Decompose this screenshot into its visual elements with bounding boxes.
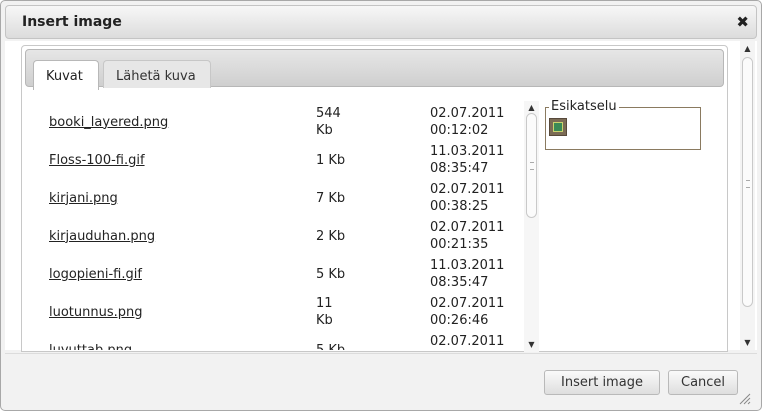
file-date: 02.07.2011 00:21:35 — [430, 220, 505, 252]
file-row[interactable]: Floss-100-fi.gif 1 Kb 11.03.2011 08:35:47 — [30, 141, 510, 179]
tab-label: Kuvat — [46, 69, 83, 84]
file-date: 11.03.2011 08:35:47 — [430, 258, 505, 290]
file-size: 5 Kb — [316, 266, 346, 282]
file-name-link[interactable]: kirjani.png — [49, 179, 118, 217]
file-list-scrollbar[interactable]: ▲ ▼ — [524, 101, 539, 352]
preview-thumbnail — [549, 118, 567, 136]
scrollbar-thumb[interactable] — [526, 113, 537, 218]
dialog-titlebar[interactable]: Insert image ✖ — [5, 5, 757, 39]
preview-box: Esikatselu — [545, 99, 701, 150]
grip-icon — [530, 162, 534, 170]
file-size: 11 Kb — [316, 296, 333, 328]
tab-bar: Kuvat Lähetä kuva — [25, 49, 724, 90]
dialog-title: Insert image — [22, 14, 122, 30]
file-size: 544 Kb — [316, 106, 341, 138]
tab-laheta-kuva[interactable]: Lähetä kuva — [103, 60, 211, 88]
scroll-up-icon[interactable]: ▲ — [740, 44, 755, 54]
close-icon[interactable]: ✖ — [736, 13, 749, 31]
dialog-content: Kuvat Lähetä kuva booki_layered.png 544 K… — [5, 41, 757, 352]
file-row[interactable]: luotunnus.png 11 Kb 02.07.2011 00:26:46 — [30, 293, 510, 331]
insert-image-dialog: Insert image ✖ Kuvat Lähetä kuva booki_l… — [0, 0, 762, 411]
dialog-scrollbar[interactable]: ▲ ▼ — [740, 41, 755, 350]
file-date: 02.07.2011 00:38:25 — [430, 182, 505, 214]
insert-image-button[interactable]: Insert image — [544, 370, 660, 395]
scroll-up-icon[interactable]: ▲ — [524, 103, 539, 113]
grip-icon — [746, 180, 750, 188]
file-size: 5 Kb — [316, 342, 346, 351]
file-name-link[interactable]: luotunnus.png — [49, 293, 143, 331]
preview-legend: Esikatselu — [549, 99, 619, 114]
file-name-link[interactable]: luvuttab.png — [49, 331, 132, 351]
file-name-link[interactable]: booki_layered.png — [49, 103, 168, 141]
file-row[interactable]: booki_layered.png 544 Kb 02.07.2011 00:12:… — [30, 103, 510, 141]
file-row[interactable]: luvuttab.png 5 Kb 02.07.2011 01:08:19 — [30, 331, 510, 350]
file-size: 1 Kb — [316, 152, 346, 168]
file-name-link[interactable]: logopieni-fi.gif — [49, 255, 142, 293]
file-date: 02.07.2011 00:12:02 — [430, 106, 505, 138]
file-name-link[interactable]: Floss-100-fi.gif — [49, 141, 145, 179]
file-date: 11.03.2011 08:35:47 — [430, 144, 505, 176]
tab-label: Lähetä kuva — [116, 69, 196, 84]
cancel-button[interactable]: Cancel — [668, 370, 738, 395]
file-size: 7 Kb — [316, 190, 346, 206]
file-date: 02.07.2011 01:08:19 — [430, 334, 505, 349]
resize-handle-icon[interactable] — [739, 393, 751, 405]
tabs-panel: Kuvat Lähetä kuva booki_layered.png 544 K… — [21, 45, 728, 352]
file-size: 2 Kb — [316, 228, 346, 244]
file-date: 02.07.2011 00:26:46 — [430, 296, 505, 328]
scroll-down-icon[interactable]: ▼ — [740, 338, 755, 348]
file-row[interactable]: kirjauduhan.png 2 Kb 02.07.2011 00:21:35 — [30, 217, 510, 255]
file-list: booki_layered.png 544 Kb 02.07.2011 00:12:… — [30, 103, 510, 350]
file-row[interactable]: logopieni-fi.gif 5 Kb 11.03.2011 08:35:47 — [30, 255, 510, 293]
file-row[interactable]: kirjani.png 7 Kb 02.07.2011 00:38:25 — [30, 179, 510, 217]
tab-kuvat[interactable]: Kuvat — [33, 60, 99, 90]
scrollbar-thumb[interactable] — [742, 57, 753, 307]
scroll-down-icon[interactable]: ▼ — [524, 340, 539, 350]
dialog-footer: Insert image Cancel — [5, 353, 757, 409]
file-name-link[interactable]: kirjauduhan.png — [49, 217, 155, 255]
